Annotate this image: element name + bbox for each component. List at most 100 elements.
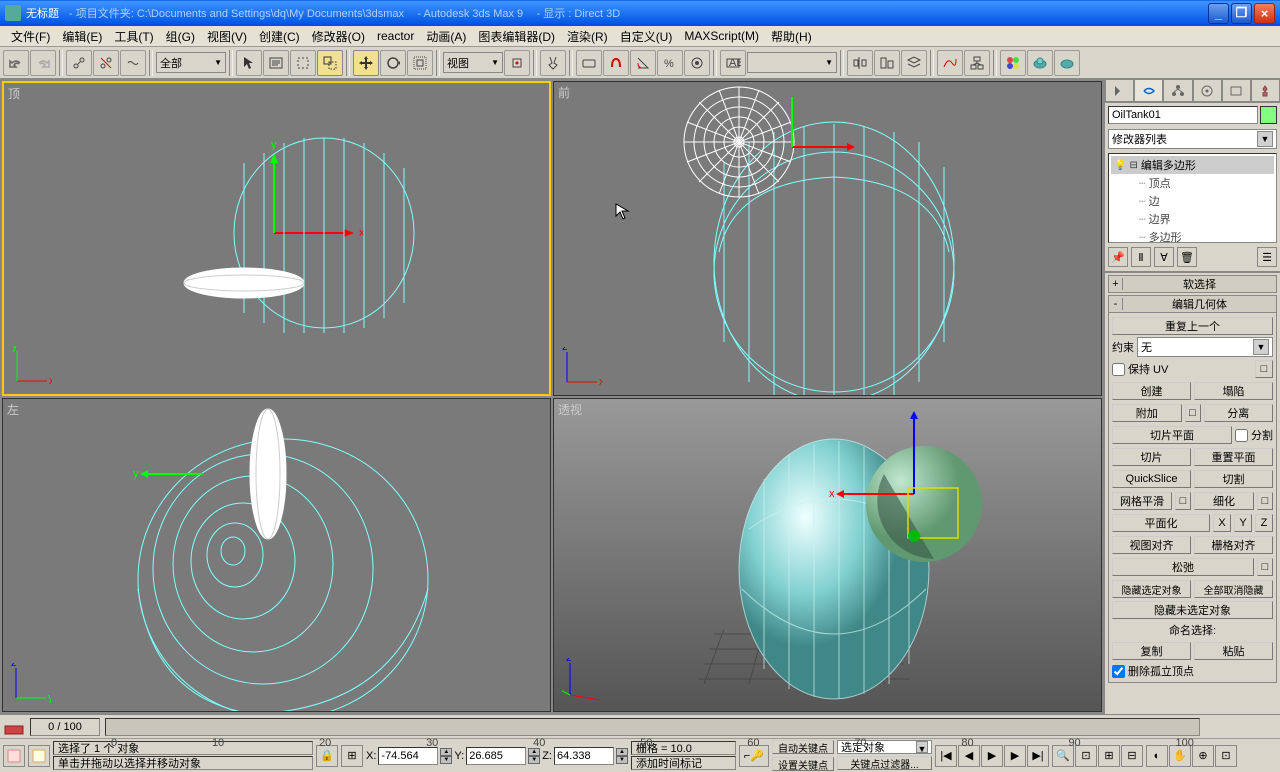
tab-display[interactable] bbox=[1222, 79, 1251, 102]
planar-x[interactable]: X bbox=[1213, 514, 1231, 532]
make-planar-button[interactable]: 平面化 bbox=[1112, 514, 1210, 532]
use-center-button[interactable] bbox=[504, 50, 530, 76]
coord-z-input[interactable] bbox=[554, 747, 614, 765]
schematic-view-button[interactable] bbox=[964, 50, 990, 76]
manipulate-button[interactable] bbox=[540, 50, 566, 76]
select-by-name-button[interactable] bbox=[263, 50, 289, 76]
key-filters-button[interactable]: 关键点过滤器... bbox=[837, 756, 932, 770]
configure-sets-button[interactable]: ☰ bbox=[1257, 247, 1277, 267]
hide-selected-button[interactable]: 隐藏选定对象 bbox=[1112, 580, 1191, 598]
close-button[interactable]: × bbox=[1254, 3, 1275, 24]
maxscript-mini-button[interactable] bbox=[3, 745, 25, 767]
named-selection-button[interactable]: ABC bbox=[720, 50, 746, 76]
stack-border[interactable]: 边界 bbox=[1111, 210, 1274, 228]
render-scene-button[interactable] bbox=[1027, 50, 1053, 76]
layers-button[interactable] bbox=[901, 50, 927, 76]
copy-named-button[interactable]: 复制 bbox=[1112, 642, 1191, 660]
scale-button[interactable] bbox=[407, 50, 433, 76]
angle-snap-button[interactable] bbox=[630, 50, 656, 76]
listener-button[interactable] bbox=[28, 745, 50, 767]
mirror-button[interactable] bbox=[847, 50, 873, 76]
coord-x-input[interactable] bbox=[378, 747, 438, 765]
coord-system-dropdown[interactable]: 视图▼ bbox=[443, 52, 503, 73]
relax-settings[interactable]: □ bbox=[1257, 558, 1273, 576]
viewport-perspective[interactable]: 透视 bbox=[553, 398, 1102, 713]
quick-render-button[interactable] bbox=[1054, 50, 1080, 76]
create-button[interactable]: 创建 bbox=[1112, 382, 1191, 400]
msmooth-button[interactable]: 网格平滑 bbox=[1112, 492, 1172, 510]
grid-align-button[interactable]: 栅格对齐 bbox=[1194, 536, 1273, 554]
menu-customize[interactable]: 自定义(U) bbox=[614, 26, 679, 47]
stack-edit-poly[interactable]: 💡⊟编辑多边形 bbox=[1111, 156, 1274, 174]
unhide-all-button[interactable]: 全部取消隐藏 bbox=[1194, 580, 1273, 598]
menu-edit[interactable]: 编辑(E) bbox=[56, 26, 108, 47]
planar-z[interactable]: Z bbox=[1255, 514, 1273, 532]
tab-utilities[interactable] bbox=[1251, 79, 1280, 102]
set-key-button[interactable]: 设置关键点 bbox=[772, 757, 834, 771]
keyboard-shortcut-button[interactable] bbox=[576, 50, 602, 76]
selection-filter-dropdown[interactable]: 全部▼ bbox=[156, 52, 226, 73]
link-button[interactable] bbox=[66, 50, 92, 76]
relax-button[interactable]: 松弛 bbox=[1112, 558, 1254, 576]
rollup-edit-geometry[interactable]: -编辑几何体 bbox=[1108, 295, 1277, 313]
slice-plane-button[interactable]: 切片平面 bbox=[1112, 426, 1232, 444]
percent-snap-button[interactable]: % bbox=[657, 50, 683, 76]
tab-create[interactable] bbox=[1105, 79, 1134, 102]
select-region-button[interactable] bbox=[290, 50, 316, 76]
viewport-front[interactable]: 前 bbox=[553, 81, 1102, 396]
menu-animation[interactable]: 动画(A) bbox=[420, 26, 472, 47]
undo-button[interactable] bbox=[3, 50, 29, 76]
window-crossing-button[interactable] bbox=[317, 50, 343, 76]
show-end-result-button[interactable]: Ⅱ bbox=[1131, 247, 1151, 267]
menu-reactor[interactable]: reactor bbox=[371, 27, 420, 45]
planar-y[interactable]: Y bbox=[1234, 514, 1252, 532]
menu-graph-editors[interactable]: 图表编辑器(D) bbox=[472, 26, 561, 47]
stack-vertex[interactable]: 顶点 bbox=[1111, 174, 1274, 192]
tessellate-button[interactable]: 细化 bbox=[1194, 492, 1254, 510]
snap-toggle-button[interactable] bbox=[603, 50, 629, 76]
frame-indicator[interactable]: 0 / 100 bbox=[30, 718, 100, 736]
menu-help[interactable]: 帮助(H) bbox=[765, 26, 818, 47]
menu-views[interactable]: 视图(V) bbox=[201, 26, 253, 47]
move-button[interactable] bbox=[353, 50, 379, 76]
menu-maxscript[interactable]: MAXScript(M) bbox=[678, 27, 765, 45]
detach-button[interactable]: 分离 bbox=[1204, 404, 1274, 422]
menu-file[interactable]: 文件(F) bbox=[5, 26, 56, 47]
msmooth-settings[interactable]: □ bbox=[1175, 492, 1191, 510]
named-selection-dropdown[interactable]: ▼ bbox=[747, 52, 837, 73]
rotate-button[interactable] bbox=[380, 50, 406, 76]
reset-plane-button[interactable]: 重置平面 bbox=[1194, 448, 1273, 466]
menu-modifiers[interactable]: 修改器(O) bbox=[306, 26, 371, 47]
slice-button[interactable]: 切片 bbox=[1112, 448, 1191, 466]
tab-motion[interactable] bbox=[1193, 79, 1222, 102]
paste-named-button[interactable]: 粘贴 bbox=[1194, 642, 1273, 660]
viewport-left[interactable]: 左 y zy bbox=[2, 398, 551, 713]
cut-button[interactable]: 切割 bbox=[1194, 470, 1273, 488]
material-editor-button[interactable] bbox=[1000, 50, 1026, 76]
bind-space-warp-button[interactable] bbox=[120, 50, 146, 76]
split-checkbox[interactable]: 分割 bbox=[1235, 427, 1273, 443]
menu-create[interactable]: 创建(C) bbox=[253, 26, 306, 47]
object-color-swatch[interactable] bbox=[1260, 106, 1277, 124]
align-button[interactable] bbox=[874, 50, 900, 76]
menu-tools[interactable]: 工具(T) bbox=[108, 26, 159, 47]
viewport-top[interactable]: 顶 x y yx bbox=[2, 81, 551, 396]
attach-list-button[interactable]: □ bbox=[1185, 404, 1201, 422]
menu-rendering[interactable]: 渲染(R) bbox=[561, 26, 614, 47]
modifier-list-dropdown[interactable]: 修改器列表▼ bbox=[1108, 129, 1277, 149]
constraint-dropdown[interactable]: 无▼ bbox=[1137, 337, 1273, 357]
object-name-input[interactable] bbox=[1108, 106, 1258, 124]
time-slider[interactable]: 01020 304050 607080 90100 bbox=[105, 718, 1200, 736]
curve-editor-button[interactable] bbox=[937, 50, 963, 76]
spinner-snap-button[interactable] bbox=[684, 50, 710, 76]
coord-y-input[interactable] bbox=[466, 747, 526, 765]
stack-edge[interactable]: 边 bbox=[1111, 192, 1274, 210]
redo-button[interactable] bbox=[30, 50, 56, 76]
maximize-viewport-button[interactable]: ⊡ bbox=[1215, 745, 1237, 767]
hide-unselected-button[interactable]: 隐藏未选定对象 bbox=[1112, 601, 1273, 619]
preserve-uv-checkbox[interactable]: 保持 UV bbox=[1112, 361, 1168, 377]
make-unique-button[interactable]: ∀ bbox=[1154, 247, 1174, 267]
modifier-stack[interactable]: 💡⊟编辑多边形 顶点 边 边界 多边形 bbox=[1108, 153, 1277, 243]
collapse-button[interactable]: 塌陷 bbox=[1194, 382, 1273, 400]
attach-button[interactable]: 附加 bbox=[1112, 404, 1182, 422]
